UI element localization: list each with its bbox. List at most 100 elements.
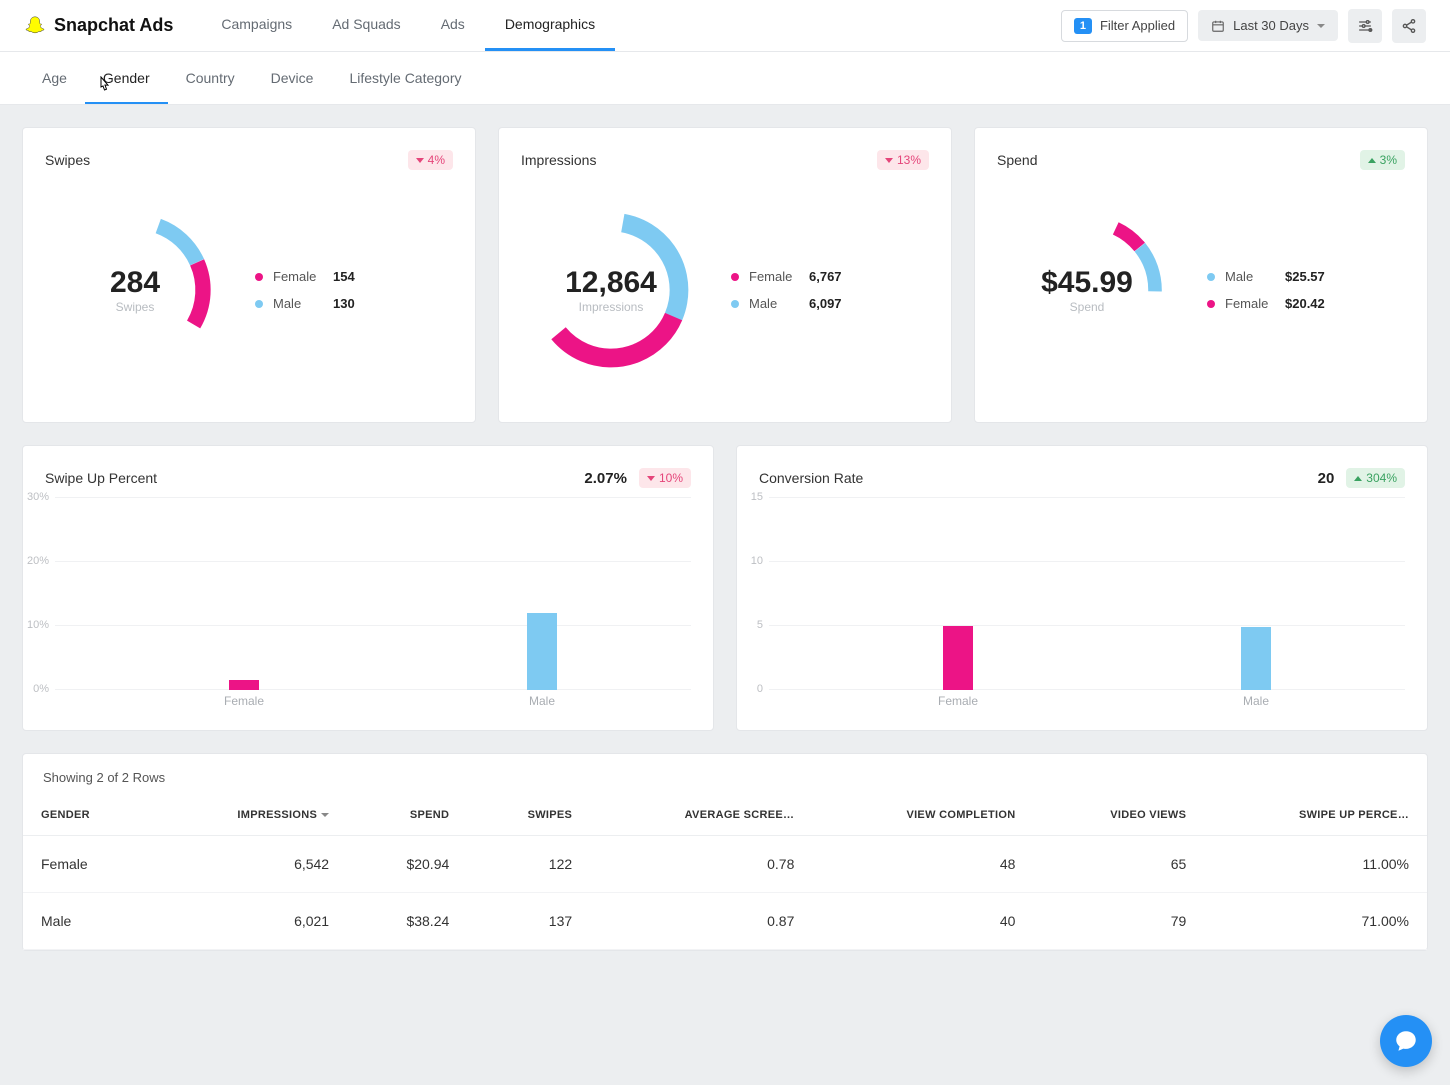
table-cell: 71.00%: [1204, 893, 1427, 950]
caret-up-icon: [1354, 476, 1362, 481]
table-body: Female6,542$20.941220.78486511.00%Male6,…: [23, 836, 1427, 950]
legend-dot-icon: [731, 273, 739, 281]
bar-row: Swipe Up Percent 2.07% 10% 0%10%20%30%Fe…: [22, 445, 1428, 731]
change-badge: 3%: [1360, 150, 1405, 170]
table-cell: Female: [23, 836, 152, 893]
table-header[interactable]: SPEND: [347, 795, 467, 836]
card-title: Impressions: [521, 152, 596, 168]
calendar-icon: [1211, 19, 1225, 33]
sub-tabs: Age Gender Country Device Lifestyle Cate…: [0, 52, 1450, 105]
date-range-button[interactable]: Last 30 Days: [1198, 10, 1338, 41]
table-header[interactable]: SWIPE UP PERCE…: [1204, 795, 1427, 836]
bar-label: Male: [529, 694, 555, 708]
table-cell: 40: [812, 893, 1033, 950]
table-header[interactable]: AVERAGE SCREE…: [590, 795, 812, 836]
filter-button[interactable]: 1 Filter Applied: [1061, 10, 1188, 42]
legend-item: Female$20.42: [1207, 296, 1325, 311]
subtab-age[interactable]: Age: [24, 52, 85, 104]
subtab-lifestyle[interactable]: Lifestyle Category: [331, 52, 479, 104]
table-cell: 122: [467, 836, 590, 893]
snapchat-icon: [24, 15, 46, 37]
data-table: GENDERIMPRESSIONSSPENDSWIPESAVERAGE SCRE…: [23, 795, 1427, 950]
donut-label: Spend: [1041, 300, 1133, 314]
bar: [943, 626, 973, 690]
bar: [229, 680, 259, 690]
legend: Female154 Male130: [255, 269, 355, 311]
table-cell: Male: [23, 893, 152, 950]
donut-label: Swipes: [110, 300, 160, 314]
legend: Male$25.57 Female$20.42: [1207, 269, 1325, 311]
table-cell: 6,021: [152, 893, 347, 950]
bar-zone: FemaleMale: [95, 498, 691, 690]
table-header[interactable]: VIDEO VIEWS: [1033, 795, 1204, 836]
chat-icon: [1393, 1028, 1419, 1054]
caret-down-icon: [647, 476, 655, 481]
change-badge: 13%: [877, 150, 929, 170]
top-bar: Snapchat Ads Campaigns Ad Squads Ads Dem…: [0, 0, 1450, 52]
chat-button[interactable]: [1380, 1015, 1432, 1067]
tab-ad-squads[interactable]: Ad Squads: [312, 0, 421, 51]
table-cell: 0.78: [590, 836, 812, 893]
filter-count-badge: 1: [1074, 18, 1092, 34]
main-tabs: Campaigns Ad Squads Ads Demographics: [201, 0, 1060, 51]
table-cell: $20.94: [347, 836, 467, 893]
legend-dot-icon: [255, 273, 263, 281]
donut-chart-swipes: 284 Swipes: [45, 200, 225, 380]
table-header-row: GENDERIMPRESSIONSSPENDSWIPESAVERAGE SCRE…: [23, 795, 1427, 836]
change-badge: 10%: [639, 468, 691, 488]
bar-column: Male: [1107, 498, 1405, 690]
change-badge: 4%: [408, 150, 453, 170]
table-row[interactable]: Female6,542$20.941220.78486511.00%: [23, 836, 1427, 893]
card-swipe-up-percent: Swipe Up Percent 2.07% 10% 0%10%20%30%Fe…: [22, 445, 714, 731]
cursor-icon: [96, 76, 112, 94]
table-summary: Showing 2 of 2 Rows: [23, 754, 1427, 795]
caret-down-icon: [885, 158, 893, 163]
sort-caret-icon: [321, 813, 329, 817]
table-header[interactable]: GENDER: [23, 795, 152, 836]
legend-dot-icon: [1207, 300, 1215, 308]
filter-label: Filter Applied: [1100, 18, 1175, 33]
table-header[interactable]: VIEW COMPLETION: [812, 795, 1033, 836]
chevron-down-icon: [1317, 24, 1325, 28]
tab-demographics[interactable]: Demographics: [485, 0, 615, 51]
caret-up-icon: [1368, 158, 1376, 163]
donut-chart-spend: $45.99 Spend: [997, 200, 1177, 380]
bar-chart-conversion: 051015FemaleMale: [769, 498, 1405, 708]
brand-logo: Snapchat Ads: [24, 15, 173, 37]
card-conversion-rate: Conversion Rate 20 304% 051015FemaleMale: [736, 445, 1428, 731]
card-impressions: Impressions 13% 12,864 Impressions Femal…: [498, 127, 952, 423]
legend-dot-icon: [255, 300, 263, 308]
metric-value: 2.07%: [584, 470, 627, 487]
donut-total: $45.99: [1041, 266, 1133, 300]
subtab-device[interactable]: Device: [253, 52, 332, 104]
settings-button[interactable]: [1348, 9, 1382, 43]
subtab-country[interactable]: Country: [168, 52, 253, 104]
donut-row: Swipes 4% 284 Swipes Female154 Male130: [22, 127, 1428, 423]
table-cell: 48: [812, 836, 1033, 893]
table-cell: $38.24: [347, 893, 467, 950]
share-button[interactable]: [1392, 9, 1426, 43]
bar-chart-swipe-up: 0%10%20%30%FemaleMale: [55, 498, 691, 708]
table-cell: 0.87: [590, 893, 812, 950]
tab-ads[interactable]: Ads: [421, 0, 485, 51]
table-cell: 137: [467, 893, 590, 950]
legend-item: Female6,767: [731, 269, 842, 284]
sliders-icon: [1357, 18, 1373, 34]
bar-label: Female: [938, 694, 978, 708]
dashboard: Swipes 4% 284 Swipes Female154 Male130: [0, 105, 1450, 973]
table-header[interactable]: SWIPES: [467, 795, 590, 836]
caret-down-icon: [416, 158, 424, 163]
bar-column: Female: [95, 498, 393, 690]
brand-title: Snapchat Ads: [54, 15, 173, 36]
bar-label: Female: [224, 694, 264, 708]
donut-total: 284: [110, 266, 160, 300]
table-cell: 79: [1033, 893, 1204, 950]
bar: [1241, 627, 1271, 690]
bar-zone: FemaleMale: [809, 498, 1405, 690]
table-row[interactable]: Male6,021$38.241370.87407971.00%: [23, 893, 1427, 950]
bar: [527, 613, 557, 690]
legend-item: Male6,097: [731, 296, 842, 311]
table-header[interactable]: IMPRESSIONS: [152, 795, 347, 836]
tab-campaigns[interactable]: Campaigns: [201, 0, 312, 51]
legend-dot-icon: [1207, 273, 1215, 281]
